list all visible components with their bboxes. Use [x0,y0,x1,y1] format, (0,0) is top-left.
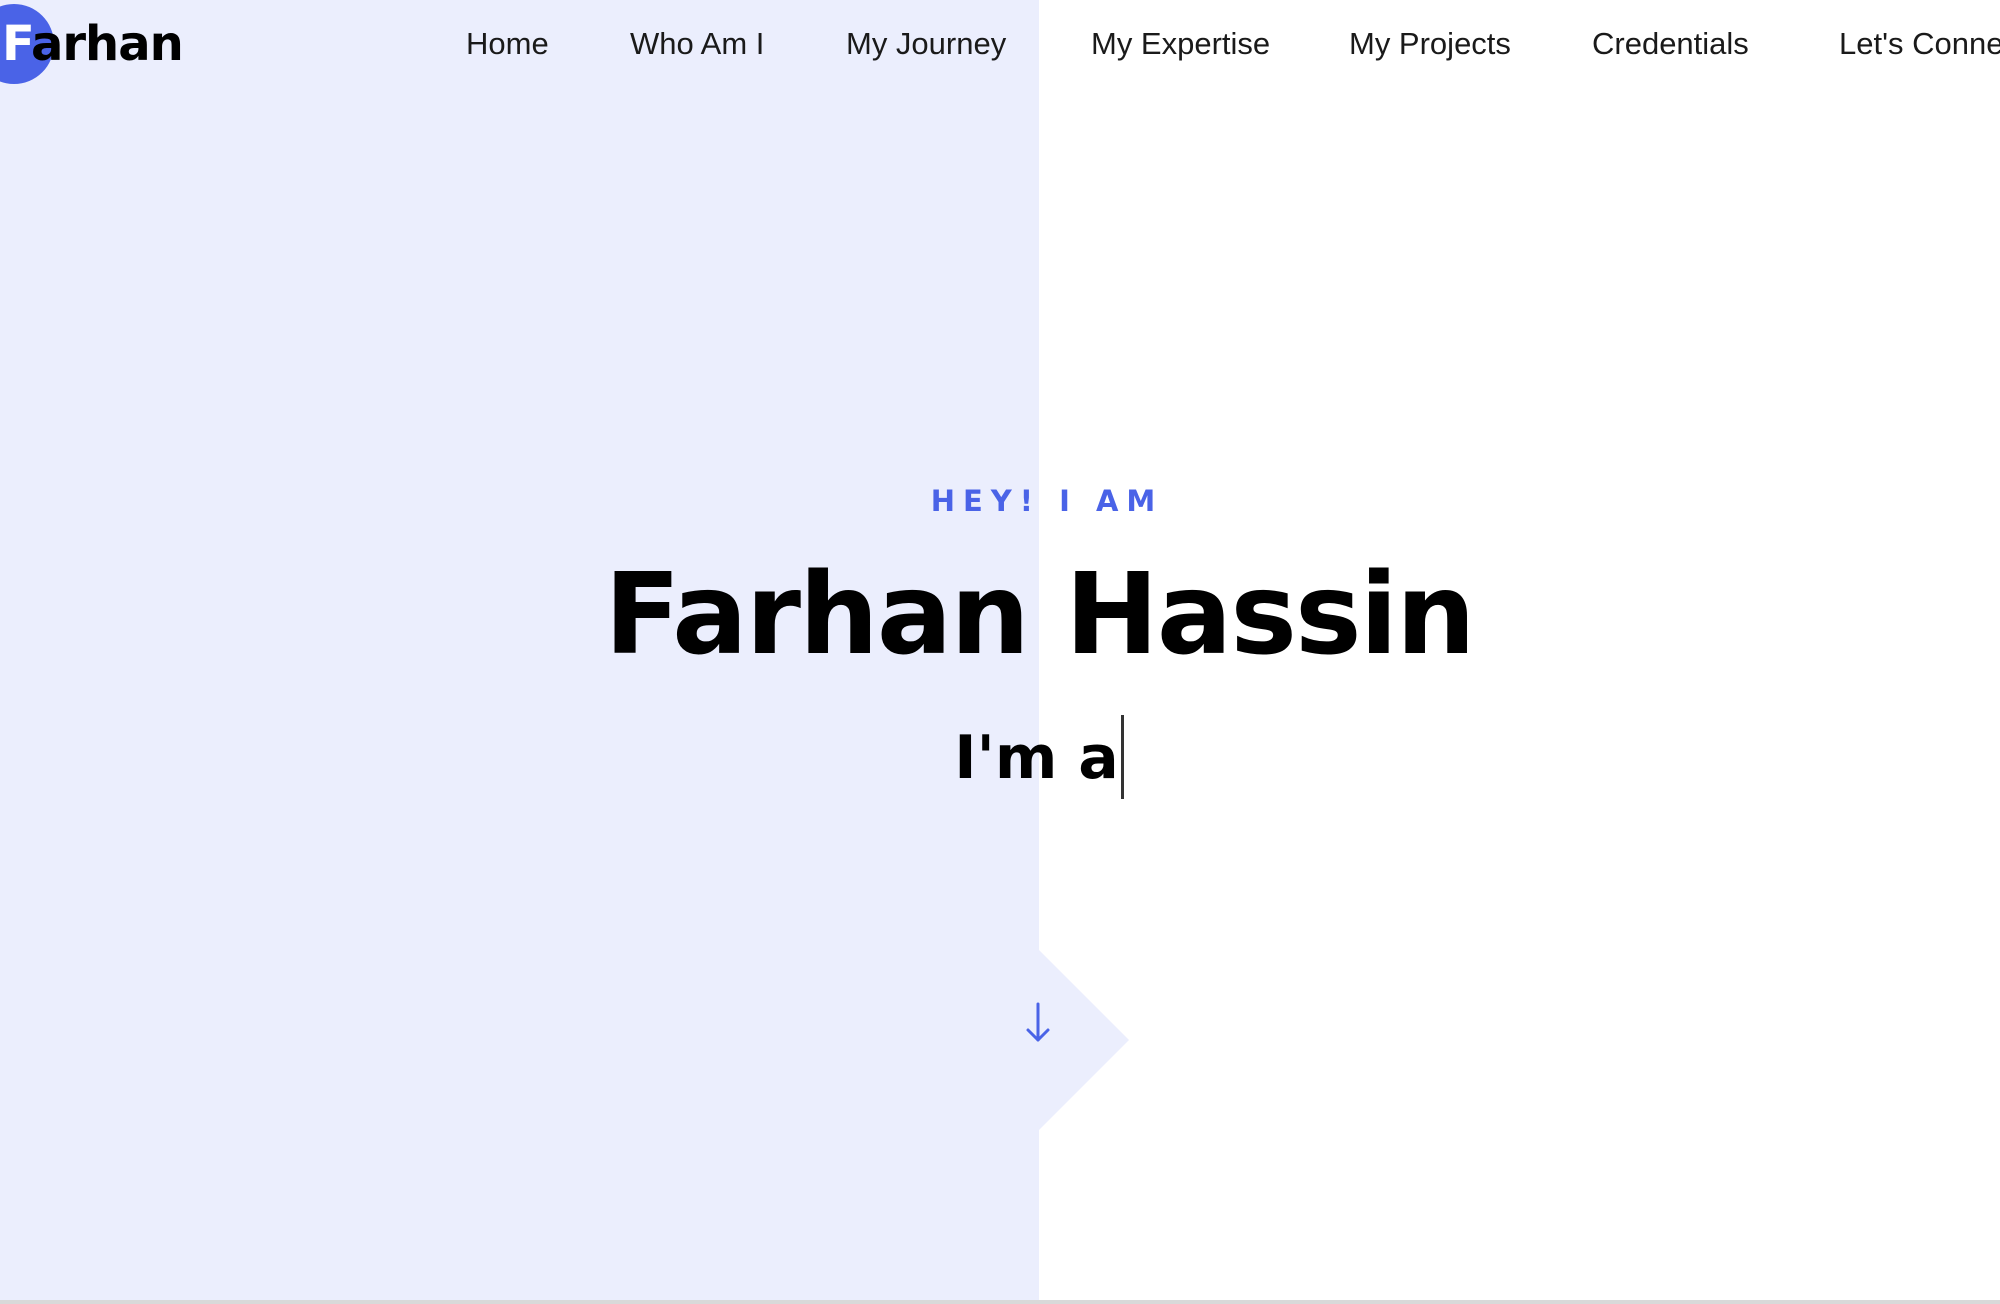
scroll-down-button[interactable] [1016,998,1060,1048]
nav-item-home[interactable]: Home [466,20,549,68]
hero-name: Farhan Hassin [604,550,1476,680]
nav-item-my-expertise[interactable]: My Expertise [1091,20,1270,68]
page: Farhan Home Who Am I My Journey My Exper… [0,0,2000,1304]
nav-item-my-journey[interactable]: My Journey [846,20,1006,68]
typing-cursor [1120,715,1124,800]
logo-rest: arhan [30,16,184,72]
hero-eyebrow: HEY! I AM [930,484,1164,518]
typed-text: I'm a [954,723,1119,793]
bottom-divider [0,1300,2000,1304]
nav-item-who-am-i[interactable]: Who Am I [630,20,764,68]
nav-item-my-projects[interactable]: My Projects [1349,20,1511,68]
logo-text: Farhan [2,4,184,84]
nav-item-credentials[interactable]: Credentials [1592,20,1749,68]
hero-typed-line: I'm a [0,715,2000,803]
arrow-down-icon [1026,1002,1050,1042]
logo-initial: F [2,16,32,72]
nav-item-lets-connect[interactable]: Let's Conne [1839,20,2000,68]
logo[interactable]: Farhan [0,4,184,84]
